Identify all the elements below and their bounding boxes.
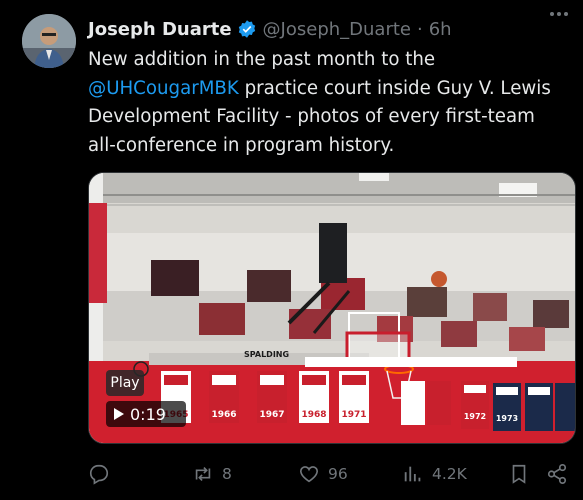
post-text-part: New addition in the past month to the (88, 49, 436, 70)
repost-icon (195, 466, 211, 482)
verified-badge-icon (237, 19, 257, 39)
post-text: New addition in the past month to the @U… (88, 46, 568, 160)
bookmark-icon (512, 464, 526, 484)
reply-button[interactable] (88, 458, 118, 490)
views-count: 4.2K (432, 465, 467, 483)
repost-count: 8 (222, 465, 232, 483)
share-button[interactable] (546, 458, 568, 490)
author-name[interactable]: Joseph Duarte (88, 19, 232, 40)
post-header: Joseph Duarte @Joseph_Duarte · 6h (88, 15, 573, 43)
views-button[interactable]: 4.2K (402, 458, 467, 490)
banner-year: 1966 (211, 410, 236, 420)
action-bar: 8 96 4.2K (88, 458, 568, 490)
bookmark-button[interactable] (508, 458, 530, 490)
reply-icon (89, 464, 109, 485)
mention-link[interactable]: @UHCougarMBK (88, 78, 239, 99)
banner-year: 1972 (464, 412, 486, 421)
play-icon (114, 408, 124, 420)
banner-year: 1967 (259, 410, 284, 420)
like-icon (299, 466, 319, 483)
play-duration-button[interactable]: 0:19 (106, 401, 186, 427)
views-icon (404, 466, 421, 482)
video-duration: 0:19 (130, 404, 166, 424)
banner-year: 1968 (301, 410, 326, 420)
share-icon (547, 464, 567, 484)
banner-year: 1971 (341, 410, 366, 420)
more-icon[interactable] (547, 4, 571, 24)
banner-year: 1973 (496, 414, 518, 423)
like-count: 96 (328, 465, 348, 483)
play-label[interactable]: Play (106, 370, 144, 396)
separator-dot: · (417, 18, 423, 40)
avatar[interactable] (22, 14, 76, 68)
repost-button[interactable]: 8 (192, 458, 232, 490)
like-button[interactable]: 96 (298, 458, 348, 490)
post-time[interactable]: 6h (429, 19, 452, 40)
author-handle[interactable]: @Joseph_Duarte (263, 19, 411, 40)
backboard-brand: SPALDING (244, 350, 289, 359)
